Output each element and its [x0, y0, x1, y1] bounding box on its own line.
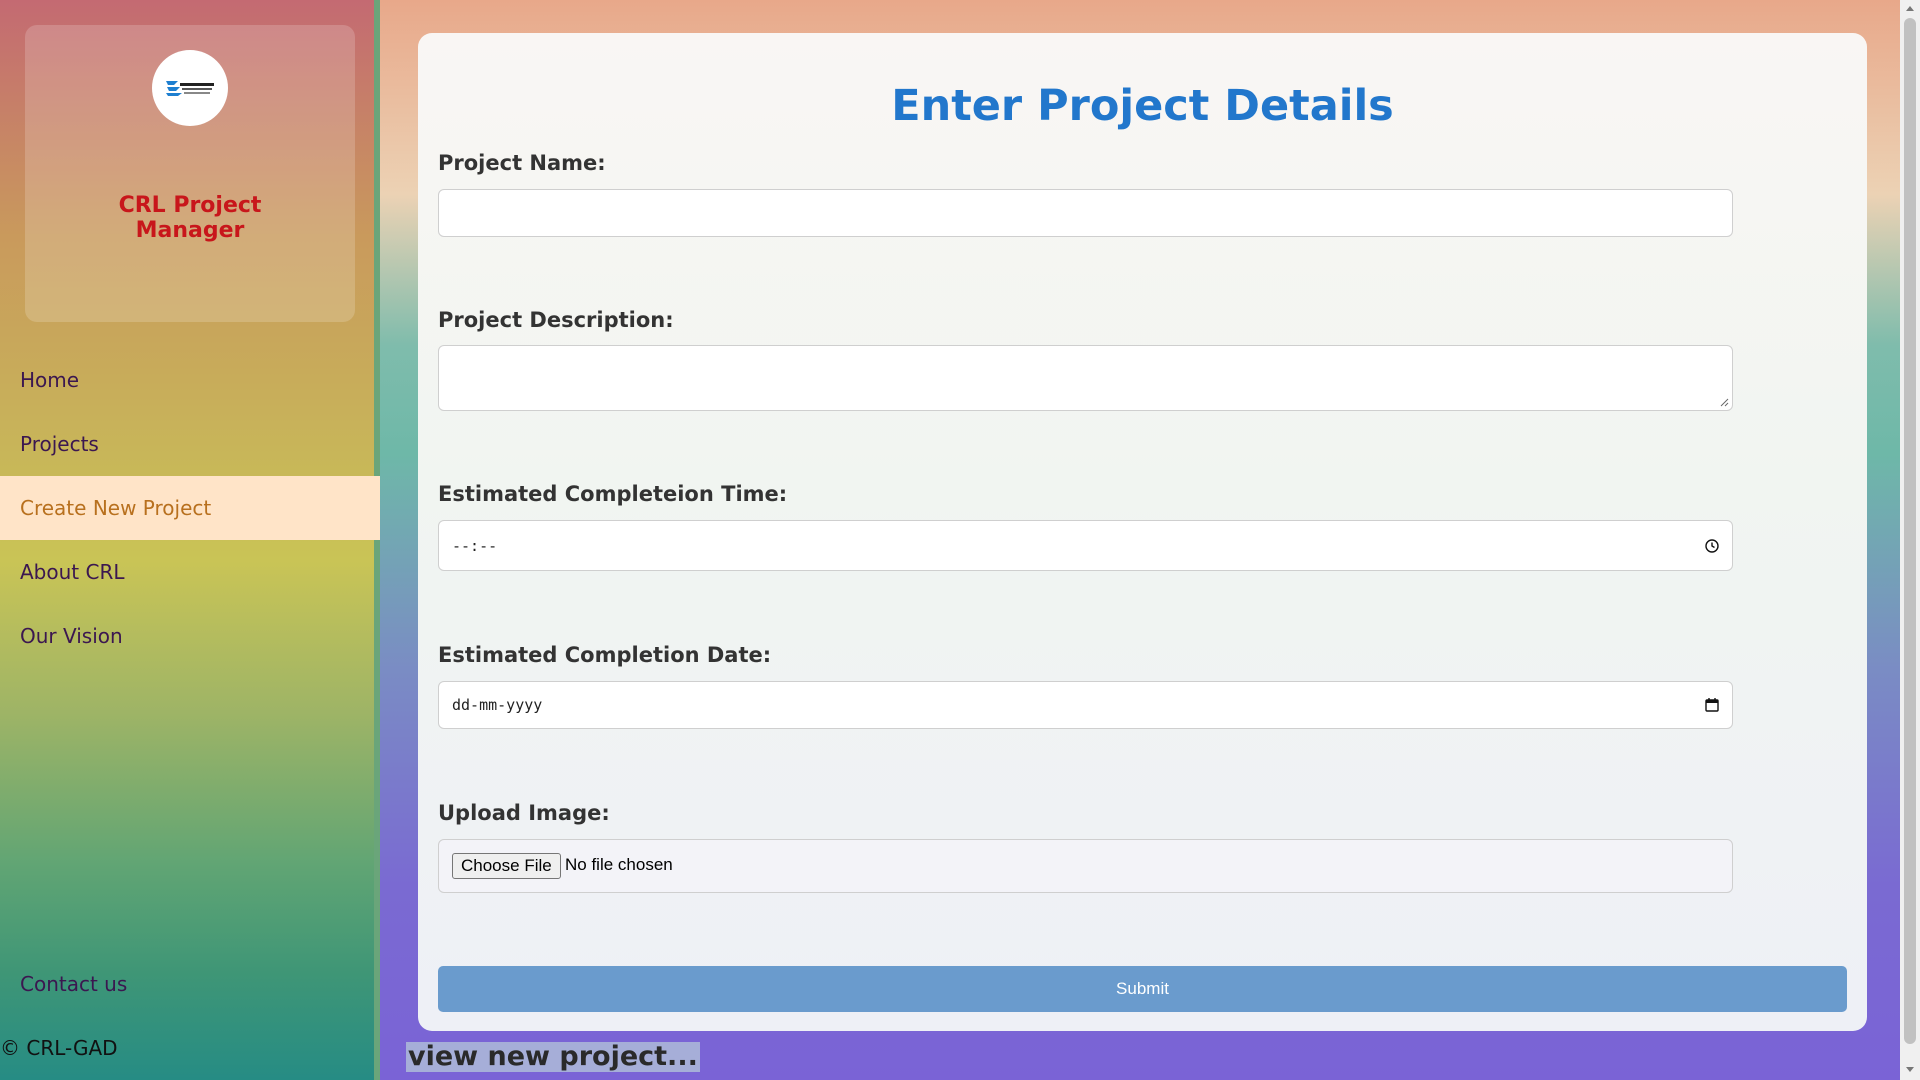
completion-time-value: --:--	[452, 536, 498, 555]
copyright: © CRL-GAD	[0, 1036, 118, 1060]
completion-time-field[interactable]: --:--	[438, 520, 1733, 571]
submit-button[interactable]: Submit	[438, 966, 1847, 1012]
scroll-thumb[interactable]	[1904, 18, 1916, 1044]
contact-link[interactable]: Contact us	[20, 972, 127, 996]
project-description-label: Project Description:	[438, 308, 674, 332]
completion-date-field[interactable]: dd-mm-yyyy	[438, 681, 1733, 729]
resize-grip-icon[interactable]	[1719, 397, 1729, 407]
project-name-label: Project Name:	[438, 151, 606, 175]
nav-item-projects[interactable]: Projects	[0, 412, 380, 476]
company-logo-icon	[166, 81, 214, 96]
nav-item-about-crl[interactable]: About CRL	[0, 540, 380, 604]
sidebar-nav: Home Projects Create New Project About C…	[0, 348, 380, 668]
scroll-down-icon[interactable]	[1905, 1064, 1915, 1074]
nav-item-home[interactable]: Home	[0, 348, 380, 412]
scroll-up-icon[interactable]	[1905, 4, 1915, 14]
project-name-input[interactable]	[439, 190, 1732, 236]
scrollbar[interactable]	[1900, 0, 1920, 1080]
brand-card: CRL Project Manager	[25, 25, 355, 322]
project-name-field[interactable]	[438, 189, 1733, 237]
clock-icon[interactable]	[1704, 538, 1720, 554]
completion-time-label: Estimated Completeion Time:	[438, 482, 788, 506]
upload-image-label: Upload Image:	[438, 801, 610, 825]
logo[interactable]	[152, 50, 228, 126]
choose-file-button[interactable]: Choose File	[452, 853, 561, 879]
nav-item-our-vision[interactable]: Our Vision	[0, 604, 380, 668]
upload-image-field: Choose File No file chosen	[438, 839, 1733, 893]
file-status: No file chosen	[565, 855, 673, 874]
brand-name: CRL Project Manager	[118, 193, 262, 243]
nav-item-create-new-project[interactable]: Create New Project	[0, 476, 380, 540]
project-form-card: Enter Project Details Project Name: Proj…	[418, 33, 1867, 1031]
page-title: Enter Project Details	[891, 81, 1394, 131]
completion-date-label: Estimated Completion Date:	[438, 643, 772, 667]
calendar-icon[interactable]	[1704, 697, 1720, 713]
project-description-textarea[interactable]	[439, 346, 1732, 410]
view-new-project-link[interactable]: view new project...	[406, 1042, 700, 1072]
project-description-field[interactable]	[438, 345, 1733, 411]
completion-date-value: dd-mm-yyyy	[452, 696, 543, 714]
sidebar: CRL Project Manager Home Projects Create…	[0, 0, 380, 1080]
